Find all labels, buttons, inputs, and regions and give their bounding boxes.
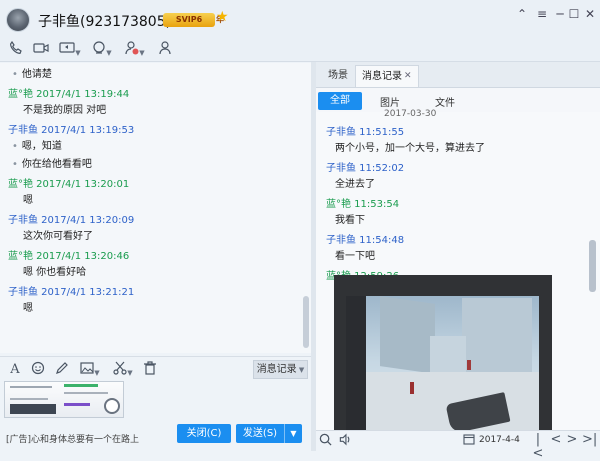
bullet-icon: • [12,141,18,152]
phone-icon[interactable] [6,40,26,59]
emoji-icon[interactable] [28,361,48,379]
avatar[interactable] [6,8,30,32]
message-text: 看一下吧 [335,251,375,262]
message-sender: 蓝°艳 2017/4/1 13:19:44 [8,89,130,100]
filter-all-button[interactable]: 全部 [318,92,362,110]
svip-badge[interactable]: SVIP6 [163,13,215,27]
voice-icon[interactable] [338,433,352,447]
message-sender: 子非鱼 2017/4/1 13:21:21 [8,287,135,298]
message-text: 这次你可看好了 [23,231,93,242]
thumbnail-detail [64,392,108,394]
screen-share-icon[interactable]: ▼ [58,41,82,59]
font-icon[interactable]: A [5,361,25,379]
calendar-icon[interactable] [462,433,476,447]
message-sender: 蓝°艳 2017/4/1 13:20:46 [8,251,130,262]
message-text-content: 他请楚 [21,69,52,80]
ad-text[interactable]: [广告]心和身体总要有一个在路上 [6,432,139,445]
message-text: 两个小号，加一个大号，算进去了 [335,143,485,154]
message-text: 嗯 [23,195,33,206]
history-date-header: 2017-03-30 [384,109,437,119]
close-chat-button[interactable]: 关闭(C) [177,424,231,443]
photo-detail [346,296,366,430]
photo-detail [410,382,414,394]
chat-message-area[interactable]: • 他请楚 蓝°艳 2017/4/1 13:19:44 不是我的原因 对吧 子非鱼 20… [0,63,311,353]
filter-image-button[interactable]: 图片 [380,94,400,109]
message-text: • 你在给他看看吧 [8,158,305,176]
history-date[interactable]: 2017-4-4 [479,435,520,445]
message-text: • 他请楚 [8,68,305,86]
history-button-label: 消息记录 [256,364,297,375]
image-icon[interactable]: ▼ [77,361,103,379]
zoom-icon[interactable] [104,398,120,414]
photo-detail [467,360,471,370]
nav-next-button[interactable]: > [565,433,579,447]
photo-detail [346,372,539,430]
photo-detail [380,296,435,374]
message-list: • 他请楚 蓝°艳 2017/4/1 13:19:44 不是我的原因 对吧 子非鱼 20… [0,63,311,320]
message-text: 嗯 [23,303,33,314]
thumbnail-detail [10,398,48,400]
photo-detail [462,298,532,378]
scissors-icon[interactable]: ▼ [110,361,136,379]
message-sender: 子非鱼 2017/4/1 13:19:53 [8,125,135,136]
bullet-icon: • [12,159,18,170]
message-text: 全进去了 [335,179,375,190]
thumbnail-detail [64,384,98,387]
message-text-content: 嗯，知道 [21,141,62,152]
message-text: 不是我的原因 对吧 [23,105,107,116]
expand-icon[interactable]: ⌃ [513,5,531,23]
thumbnail-detail [10,404,56,414]
message-text-content: 你在给他看看吧 [21,159,92,170]
menu-icon[interactable]: ≡ [533,5,551,23]
message-text: 我看下 [335,215,365,226]
thumbnail-detail [10,386,52,388]
add-user-icon[interactable]: ▼ [122,41,148,59]
message-sender: 子非鱼 11:51:55 [326,127,405,138]
friends-icon[interactable] [156,41,176,59]
nav-first-button[interactable]: |< [531,433,545,461]
bullet-icon: • [12,69,18,80]
message-text: • 嗯，知道 [8,140,305,158]
send-options-button[interactable]: ▼ [284,424,302,443]
window-title: 子非鱼(923173805) [38,14,172,30]
chat-scrollbar[interactable] [303,296,309,348]
remote-icon[interactable]: ▼ [90,41,114,59]
send-button[interactable]: 发送(S) [236,424,284,443]
history-button[interactable]: 消息记录 ▼ [253,360,308,379]
photo-detail [430,336,466,374]
thumbnail-detail [64,403,90,406]
message-sender: 蓝°艳 2017/4/1 13:20:01 [8,179,130,190]
tab-close-icon[interactable]: ✕ [404,70,412,82]
video-icon[interactable] [31,41,51,59]
nav-prev-button[interactable]: < [549,433,563,447]
nav-last-button[interactable]: >| [582,433,597,447]
message-sender: 子非鱼 11:52:02 [326,163,405,174]
star-icon[interactable]: ★ [216,9,229,25]
trash-icon[interactable] [140,361,160,379]
history-message-list: 子非鱼 11:51:55 两个小号，加一个大号，算进去了子非鱼 11:52:02 全… [326,124,581,286]
filter-file-button[interactable]: 文件 [435,94,455,109]
message-sender: 子非鱼 11:54:48 [326,235,405,246]
message-text: 嗯 你也看好哈 [23,267,87,278]
message-sender: 子非鱼 2017/4/1 13:20:09 [8,215,135,226]
search-icon[interactable] [318,433,332,447]
close-button[interactable]: ✕ [581,5,599,23]
tab-scene[interactable]: 场景 [320,67,356,85]
pen-icon[interactable] [52,361,72,379]
history-scrollbar[interactable] [589,240,596,292]
message-sender: 蓝°艳 11:53:54 [326,199,400,210]
